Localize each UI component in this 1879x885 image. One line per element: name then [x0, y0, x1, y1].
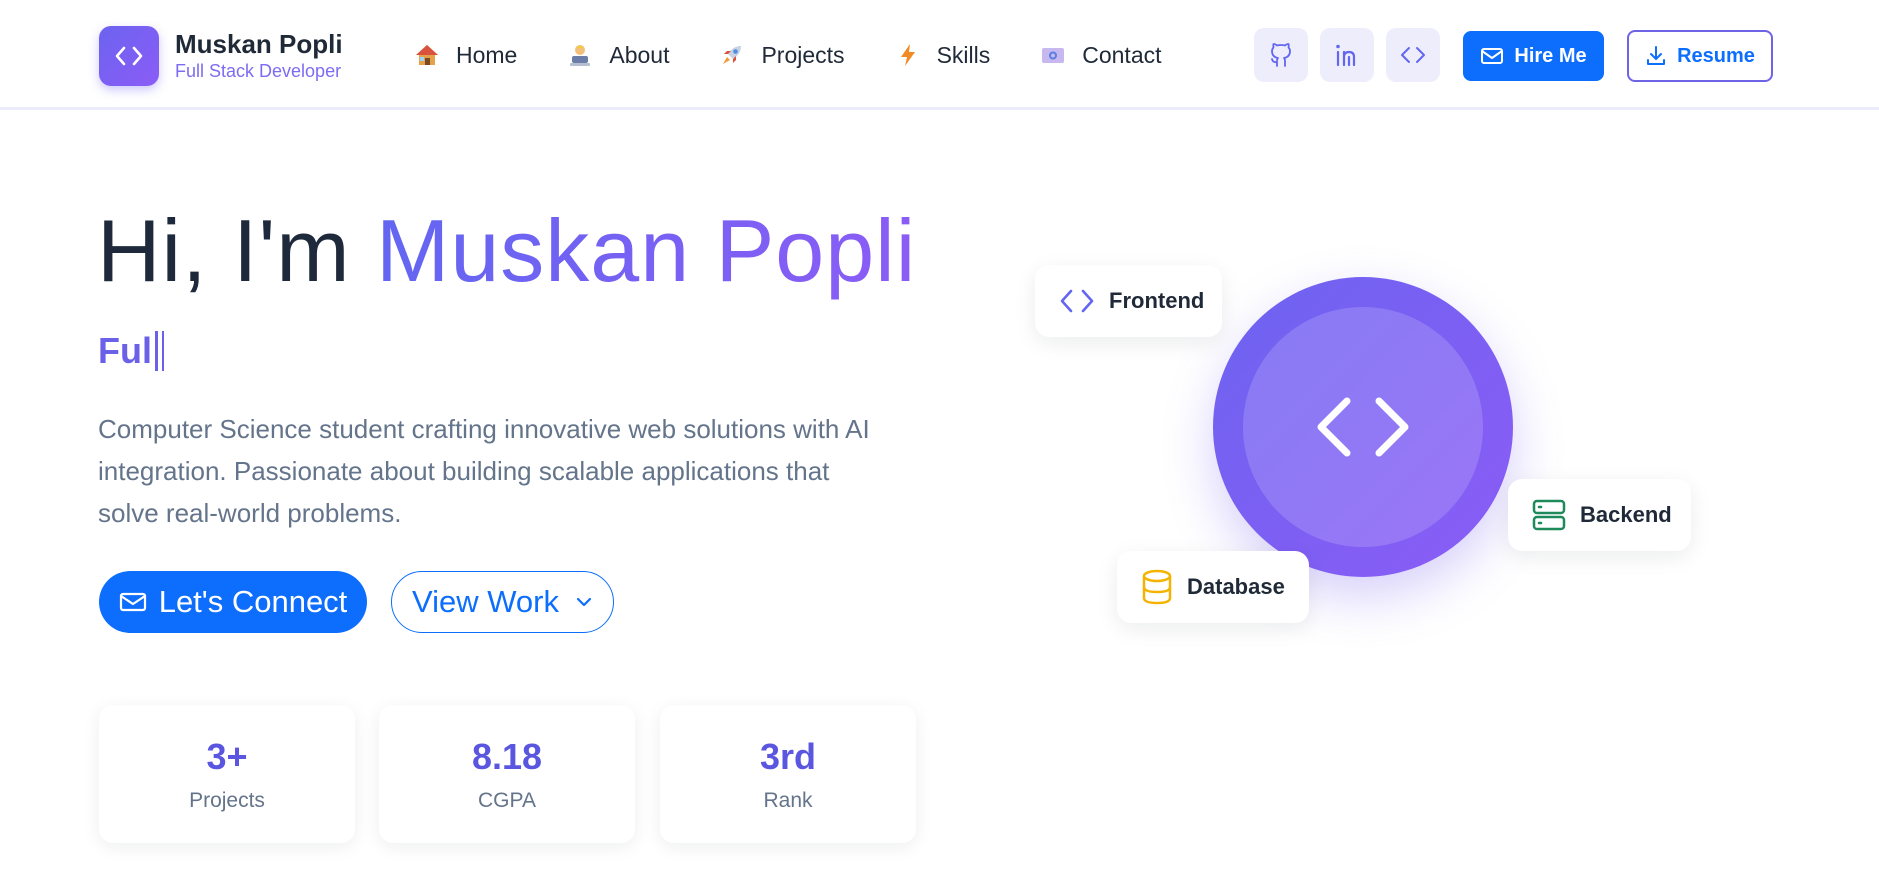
- linkedin-link[interactable]: [1320, 28, 1374, 82]
- stat-card-projects: 3+ Projects: [99, 705, 355, 843]
- stat-label: Rank: [763, 789, 813, 812]
- stat-value: 3+: [206, 736, 248, 777]
- nav-item-skills[interactable]: Skills: [893, 34, 991, 76]
- linkedin-icon: [1336, 44, 1356, 67]
- stat-label: CGPA: [478, 789, 536, 812]
- code-icon: [115, 46, 143, 66]
- stat-value: 8.18: [471, 736, 543, 777]
- database-chip: Database: [1117, 551, 1309, 623]
- hero-description: Computer Science student crafting innova…: [98, 414, 870, 528]
- id-card-emoji-icon: [1038, 40, 1068, 70]
- hero-greeting: Hi, I'm: [97, 201, 377, 300]
- backend-chip: Backend: [1508, 479, 1691, 551]
- hero-name: Muskan Popli: [376, 201, 917, 300]
- github-icon: [1271, 43, 1291, 67]
- code-link[interactable]: [1386, 28, 1440, 82]
- nav-links: Home About Projects Skills Contact: [412, 34, 1162, 76]
- hire-me-label: Hire Me: [1514, 44, 1587, 67]
- brand[interactable]: Muskan Popli Full Stack Developer: [99, 26, 343, 86]
- stat-card-cgpa: 8.18 CGPA: [379, 705, 635, 843]
- stat-label: Projects: [189, 789, 265, 812]
- nav-item-projects[interactable]: Projects: [717, 34, 845, 76]
- backend-label: Backend: [1580, 502, 1672, 527]
- lets-connect-button[interactable]: Let's Connect: [99, 571, 367, 633]
- nav-item-home[interactable]: Home: [412, 34, 517, 76]
- nav-item-label: Projects: [761, 41, 845, 68]
- technologist-emoji-icon: [565, 40, 595, 70]
- stat-value: 3rd: [759, 736, 817, 777]
- view-work-button[interactable]: View Work: [391, 571, 614, 633]
- brand-logo: [99, 26, 159, 86]
- nav-item-label: About: [609, 41, 670, 68]
- code-icon: [1059, 288, 1095, 314]
- mail-icon: [119, 591, 147, 613]
- brand-name: Muskan Popli: [175, 29, 343, 59]
- rocket-emoji-icon: [717, 40, 747, 70]
- brand-subtitle: Full Stack Developer: [175, 61, 342, 81]
- chevron-down-icon: [575, 596, 593, 608]
- download-icon: [1645, 45, 1667, 67]
- database-label: Database: [1187, 574, 1285, 599]
- hire-me-button[interactable]: Hire Me: [1463, 31, 1604, 81]
- nav-item-about[interactable]: About: [565, 34, 669, 76]
- nav-item-label: Skills: [936, 41, 991, 68]
- typing-caret-bar: [161, 331, 164, 371]
- hero-illustration-inner: [1243, 307, 1483, 547]
- typed-role-text: Ful: [98, 330, 152, 371]
- code-icon: [1317, 397, 1409, 457]
- view-work-label: View Work: [411, 584, 559, 619]
- code-icon: [1401, 47, 1425, 63]
- frontend-chip: Frontend: [1035, 265, 1222, 337]
- database-icon: [1141, 569, 1173, 605]
- hero-title: Hi, I'm Muskan Popli: [97, 196, 916, 306]
- typed-role: Ful: [98, 328, 164, 374]
- house-emoji-icon: [412, 40, 442, 70]
- resume-button[interactable]: Resume: [1627, 30, 1773, 82]
- typing-caret: [154, 331, 158, 371]
- frontend-label: Frontend: [1109, 288, 1205, 313]
- nav-item-label: Contact: [1082, 41, 1162, 68]
- github-link[interactable]: [1254, 28, 1308, 82]
- stat-card-rank: 3rd Rank: [660, 705, 916, 843]
- lightning-emoji-icon: [893, 40, 923, 70]
- lets-connect-label: Let's Connect: [158, 584, 348, 619]
- nav-item-label: Home: [456, 41, 518, 68]
- hero-illustration-circle: [1213, 277, 1513, 577]
- nav-item-contact[interactable]: Contact: [1038, 34, 1162, 76]
- mail-icon: [1480, 46, 1504, 66]
- server-icon: [1532, 498, 1566, 532]
- navbar: Muskan Popli Full Stack Developer Home A…: [0, 0, 1879, 110]
- resume-label: Resume: [1677, 44, 1755, 67]
